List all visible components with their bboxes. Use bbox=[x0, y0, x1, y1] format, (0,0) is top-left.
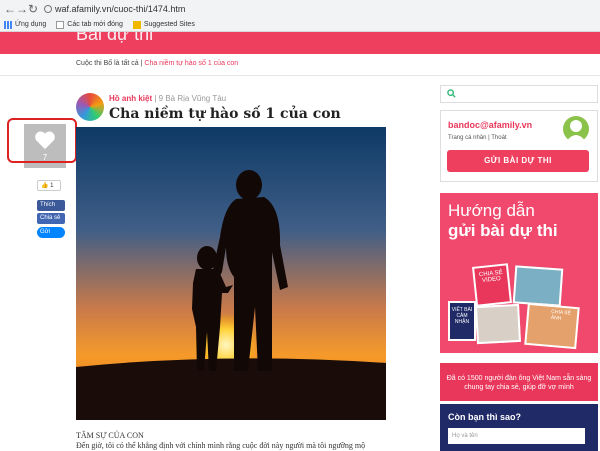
breadcrumb-root[interactable]: Cuộc thi Bố là tất cả bbox=[76, 60, 139, 67]
promo-card-photo-couple bbox=[475, 303, 521, 345]
participants-banner: Đã có 1500 người đàn ông Việt Nam sẵn sà… bbox=[440, 363, 598, 401]
facebook-share-button[interactable]: Chia sẻ bbox=[37, 213, 65, 224]
author-name[interactable]: Hồ anh kiệt bbox=[109, 94, 152, 103]
url-text: waf.afamily.vn/cuoc-thi/1474.htm bbox=[55, 4, 186, 14]
author-avatar[interactable] bbox=[76, 93, 104, 121]
breadcrumb-current[interactable]: Cha niềm tự hào số 1 của con bbox=[144, 60, 238, 67]
promo-card-photo-share: CHIA SẺ ẢNH bbox=[524, 302, 580, 350]
bing-icon bbox=[132, 20, 141, 29]
address-bar[interactable]: waf.afamily.vn/cuoc-thi/1474.htm bbox=[44, 2, 204, 16]
user-links[interactable]: Trang cá nhân | Thoát bbox=[448, 135, 507, 141]
post-title: Cha niềm tự hào số 1 của con bbox=[109, 106, 341, 122]
author-line: Hồ anh kiệt | 9 Bà Rịa Vũng Tàu bbox=[109, 94, 226, 103]
messenger-send-button[interactable]: Gửi bbox=[37, 227, 65, 238]
user-avatar[interactable] bbox=[563, 116, 589, 142]
promo-title: Hướng dẫn gửi bài dự thi bbox=[448, 201, 558, 240]
bookmark-recent-tabs[interactable]: Các tab mới đóng bbox=[56, 18, 123, 31]
back-icon[interactable]: ← bbox=[4, 2, 16, 16]
post-image bbox=[76, 127, 386, 420]
facebook-like-label: Thích bbox=[40, 202, 56, 208]
post-caption: TÂM SỰ CỦA CON bbox=[76, 431, 144, 440]
search-icon[interactable] bbox=[447, 89, 456, 98]
divider bbox=[0, 75, 600, 76]
page-title: Bài dự thi bbox=[76, 32, 154, 44]
post-body: Đến giờ, tôi có thể khẳng định với chính… bbox=[76, 441, 366, 450]
page-icon bbox=[56, 20, 65, 29]
submit-entry-button[interactable]: GỬI BÀI DỰ THI bbox=[447, 150, 589, 172]
reload-icon[interactable]: ↻ bbox=[28, 2, 38, 16]
breadcrumb: Cuộc thi Bố là tất cả | Cha niềm tự hào … bbox=[76, 60, 238, 67]
search-input[interactable] bbox=[440, 85, 598, 103]
bookmarks-bar: Ứng dụng Các tab mới đóng Suggested Site… bbox=[0, 18, 195, 31]
promo-card-video: CHIA SẺ VIDEO bbox=[472, 263, 512, 307]
thumbs-up-button[interactable]: 👍 1 bbox=[37, 180, 61, 191]
guide-promo-banner[interactable]: Hướng dẫn gửi bài dự thi CHIA SẺ VIDEO V… bbox=[440, 193, 598, 353]
header-banner: Bài dự thi bbox=[0, 32, 600, 54]
bookmark-suggested-sites[interactable]: Suggested Sites bbox=[132, 18, 195, 31]
forward-icon[interactable]: → bbox=[16, 2, 28, 16]
author-location: | 9 Bà Rịa Vũng Tàu bbox=[154, 94, 227, 103]
thumbs-up-icon: 👍 bbox=[41, 183, 49, 189]
name-field[interactable]: Họ và tên bbox=[448, 428, 585, 444]
form-title: Còn bạn thì sao? bbox=[448, 412, 521, 422]
user-silhouette-icon bbox=[566, 120, 586, 142]
promo-card-photo-family bbox=[512, 265, 564, 307]
info-icon[interactable] bbox=[44, 5, 52, 13]
facebook-like-button[interactable]: Thích bbox=[37, 200, 65, 211]
sunset-silhouette-image bbox=[76, 127, 386, 420]
messenger-send-label: Gửi bbox=[40, 229, 51, 235]
thumbs-up-count: 1 bbox=[50, 183, 54, 189]
browser-chrome: ← → ↻ waf.afamily.vn/cuoc-thi/1474.htm Ứ… bbox=[0, 0, 600, 32]
promo-card-article: VIẾT BÀI CẢM NHẬN bbox=[448, 301, 476, 341]
bookmark-apps[interactable]: Ứng dụng bbox=[4, 18, 46, 31]
user-email[interactable]: bandoc@afamily.vn bbox=[448, 120, 532, 130]
highlight-annotation bbox=[7, 118, 77, 163]
facebook-share-label: Chia sẻ bbox=[40, 215, 61, 221]
breadcrumb-separator: | bbox=[140, 60, 143, 67]
apps-grid-icon bbox=[4, 20, 12, 29]
